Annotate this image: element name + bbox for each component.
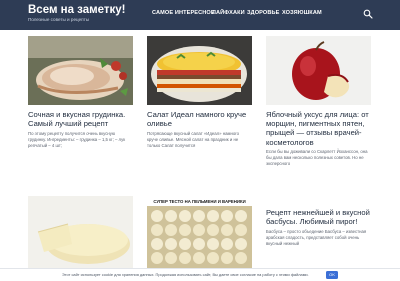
nav-item-most-interesting[interactable]: САМОЕ ИНТЕРЕСНОЕ xyxy=(152,10,215,16)
cookie-text: Этот сайт использует cookie для хранения… xyxy=(62,272,309,277)
main-nav: САМОЕ ИНТЕРЕСНОЕ ЛАЙФХАКИ ЗДОРОВЬЕ ХОЗЯЮ… xyxy=(0,10,400,18)
article-image-dough[interactable]: СУПЕР ТЕСТО НА ПЕЛЬМЕНИ И ВАРЕНИКИ xyxy=(147,196,252,268)
salad-photo xyxy=(147,36,252,105)
article-title[interactable]: Салат Идеал намного круче оливье xyxy=(147,110,257,128)
site-header: Всем на заметку! Полезные советы и рецеп… xyxy=(0,0,400,30)
article-title[interactable]: Сочная и вкусная грудинка. Самый лучший … xyxy=(28,110,138,128)
article-title[interactable]: Яблочный уксус для лица: от морщин, пигм… xyxy=(266,110,381,147)
dough-image-caption: СУПЕР ТЕСТО НА ПЕЛЬМЕНИ И ВАРЕНИКИ xyxy=(153,199,245,204)
article-image-apple[interactable] xyxy=(266,36,371,105)
article-title[interactable]: Рецепт нежнейшей и вкусной басбусы. Люби… xyxy=(266,208,381,226)
cookie-banner: Этот сайт использует cookie для хранения… xyxy=(0,268,400,281)
article-image-cheese[interactable] xyxy=(28,196,133,268)
dough-photo: СУПЕР ТЕСТО НА ПЕЛЬМЕНИ И ВАРЕНИКИ xyxy=(147,196,252,268)
brisket-photo xyxy=(28,36,133,105)
cheese-photo xyxy=(28,196,133,268)
article-excerpt: Басбуса – просто объедение Басбуса – изв… xyxy=(266,229,367,246)
apple-photo xyxy=(266,36,371,105)
nav-item-health[interactable]: ЗДОРОВЬЕ xyxy=(247,10,279,16)
nav-item-lifehacks[interactable]: ЛАЙФХАКИ xyxy=(212,10,245,16)
article-excerpt: По этому рецепту получится очень вкусную… xyxy=(28,131,126,148)
article-image-salad[interactable] xyxy=(147,36,252,105)
article-image-brisket[interactable] xyxy=(28,36,133,105)
article-excerpt: Если бы вы доживали со Скарлетт Йоханссо… xyxy=(266,149,368,166)
cookie-accept-button[interactable]: OK xyxy=(326,271,338,279)
search-icon[interactable] xyxy=(363,9,373,19)
article-excerpt: Потрясающе вкусный салат «Идеал» намного… xyxy=(147,131,240,148)
nav-item-housewives[interactable]: ХОЗЯЮШКАМ xyxy=(282,10,322,16)
